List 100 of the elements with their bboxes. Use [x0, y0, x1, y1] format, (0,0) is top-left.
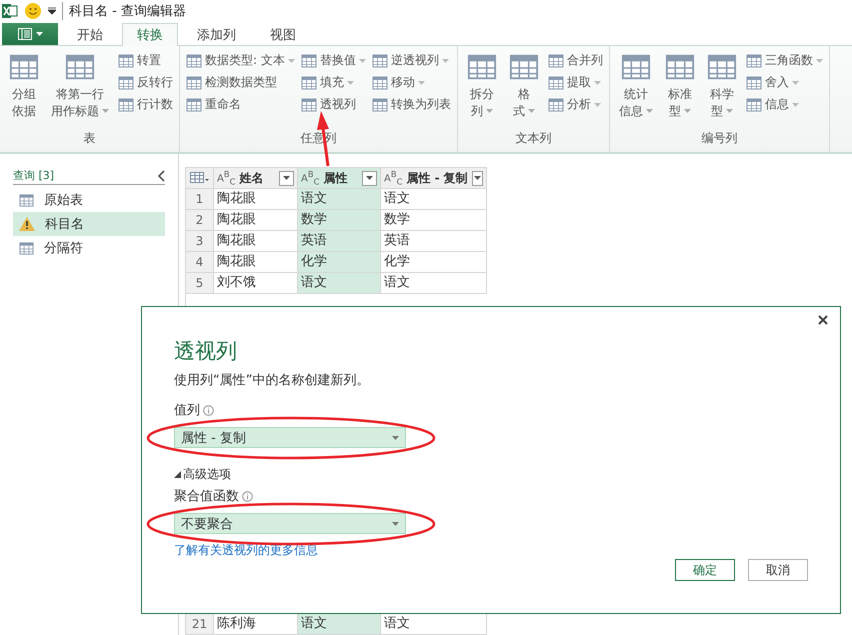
group-label: 表 — [84, 130, 96, 147]
field-label: 聚合值函数 — [174, 488, 239, 505]
caret-icon — [418, 80, 425, 85]
ribbon-button[interactable]: 三角函数 — [746, 52, 823, 70]
grid-icon — [190, 172, 210, 184]
ribbon-button[interactable]: 检测数据类型 — [186, 74, 295, 92]
caret-icon — [346, 80, 354, 85]
button-label: 型 — [710, 102, 723, 120]
ribbon-button[interactable]: 替换值 — [300, 52, 366, 70]
ribbon-button[interactable]: 重命名 — [186, 96, 295, 114]
ribbon-button[interactable]: 标准 型 — [662, 52, 698, 130]
filter-button[interactable] — [279, 170, 294, 186]
button-label: 用作标题 — [51, 102, 99, 120]
ribbon-button[interactable]: 格 式 — [506, 52, 542, 130]
filter-button[interactable] — [362, 170, 377, 186]
grid-icon — [300, 74, 317, 91]
ribbon-button[interactable]: 反转行 — [118, 74, 173, 92]
caret-icon — [288, 58, 295, 63]
column-name: 姓名 — [239, 170, 264, 186]
values-column-dropdown[interactable]: 属性 - 复制 — [174, 427, 406, 448]
close-icon — [818, 315, 828, 325]
grid-icon — [118, 74, 134, 91]
ribbon-button[interactable]: 数据类型: 文本 — [186, 52, 295, 70]
group-label: 编号列 — [701, 130, 738, 147]
dialog-button[interactable]: 确定 — [675, 559, 735, 581]
grid-icon — [746, 52, 762, 69]
ribbon-tab[interactable]: 开始 — [62, 22, 118, 46]
table-cell: 数学 — [381, 210, 487, 231]
customize-dropdown-icon[interactable] — [48, 6, 56, 15]
ribbon-button[interactable]: 将第一行 用作标题 — [48, 52, 112, 130]
caret-icon — [392, 522, 399, 526]
table-cell: 刘不饿 — [214, 273, 298, 294]
ribbon-button[interactable]: 信息 — [746, 96, 823, 114]
ribbon-button[interactable]: 提取 — [548, 74, 603, 92]
filter-button[interactable] — [472, 170, 483, 186]
ribbon-button[interactable]: 填充 — [300, 74, 366, 92]
table-cell: 化学 — [381, 252, 487, 273]
ribbon-button[interactable]: 透视列 — [300, 96, 366, 114]
table-cell: 陶花眼 — [214, 210, 298, 231]
query-item[interactable]: 科目名 — [13, 212, 165, 236]
row-number: 21 — [186, 614, 214, 635]
caret-icon — [474, 176, 481, 180]
caret-icon — [366, 176, 373, 180]
caret-icon — [36, 32, 42, 36]
query-item[interactable]: 原始表 — [13, 188, 165, 212]
caret-icon — [283, 176, 290, 180]
file-menu-button[interactable] — [2, 22, 58, 45]
ribbon-button[interactable]: 分组 依据 — [6, 52, 42, 130]
queries-header: 查询 [3] — [13, 168, 54, 183]
button-label: 信息 — [618, 102, 643, 120]
grid-icon — [300, 52, 317, 69]
table-cell: 语文 — [381, 614, 487, 635]
caret-icon — [486, 109, 493, 114]
ribbon-button[interactable]: 拆分 列 — [464, 52, 500, 130]
ribbon-button[interactable]: 统计 信息 — [616, 52, 656, 130]
ribbon-button[interactable]: 转置 — [118, 52, 173, 70]
collapse-chevron-icon[interactable] — [157, 170, 165, 182]
table-cell: 化学 — [298, 252, 381, 273]
table-cell: 陶花眼 — [214, 189, 298, 210]
caret-icon — [792, 102, 799, 107]
grid-icon — [186, 96, 202, 113]
grid-icon — [548, 52, 564, 69]
ribbon-button[interactable]: 合并列 — [548, 52, 603, 70]
close-button[interactable] — [816, 313, 830, 327]
ribbon-button[interactable]: 转换为列表 — [372, 96, 451, 114]
ribbon-button[interactable]: 逆透视列 — [372, 52, 451, 70]
ribbon-tab[interactable]: 转换 — [122, 22, 178, 46]
row-number: 1 — [186, 189, 214, 210]
button-label: 拆分 — [470, 86, 494, 103]
ribbon-button[interactable]: 移动 — [372, 74, 451, 92]
grid-icon — [372, 52, 388, 69]
aggregate-dropdown[interactable]: 不要聚合 — [174, 513, 406, 534]
ribbon-button[interactable]: 舍入 — [746, 74, 823, 92]
smiley-icon[interactable] — [24, 2, 42, 20]
column-header[interactable]: A$^{B}$$_{C}$ 属性 - 复制 — [381, 168, 487, 189]
button-label: 依据 — [12, 102, 36, 120]
grid-icon — [548, 74, 564, 91]
advanced-options-toggle[interactable]: 高级选项 — [174, 466, 231, 483]
ribbon-tab[interactable]: 添加列 — [182, 22, 251, 46]
query-item[interactable]: 分隔符 — [13, 236, 165, 260]
ribbon-button[interactable]: 行计数 — [118, 96, 173, 114]
column-header[interactable]: A$^{B}$$_{C}$ 属性 — [298, 168, 381, 189]
table-cell: 语文 — [298, 189, 381, 210]
button-label: 式 — [512, 102, 525, 120]
grid-icon — [300, 96, 317, 113]
table-cell: 英语 — [298, 231, 381, 252]
table-cell: 语文 — [298, 273, 381, 294]
ribbon-button[interactable]: 分析 — [548, 96, 603, 114]
button-label: 将第一行 — [56, 86, 104, 103]
column-header[interactable]: A$^{B}$$_{C}$ 姓名 — [214, 168, 298, 189]
caret-icon — [528, 109, 535, 114]
ribbon-button[interactable]: 科学 型 — [704, 52, 740, 130]
ribbon-tab[interactable]: 视图 — [255, 22, 311, 46]
caret-icon — [102, 109, 109, 114]
learn-more-link[interactable]: 了解有关透视列的更多信息 — [174, 542, 318, 559]
row-number: 5 — [186, 273, 214, 294]
table-menu-button[interactable] — [186, 168, 214, 189]
dialog-button[interactable]: 取消 — [748, 559, 808, 581]
caret-icon — [684, 109, 691, 114]
grid-icon — [186, 52, 202, 69]
